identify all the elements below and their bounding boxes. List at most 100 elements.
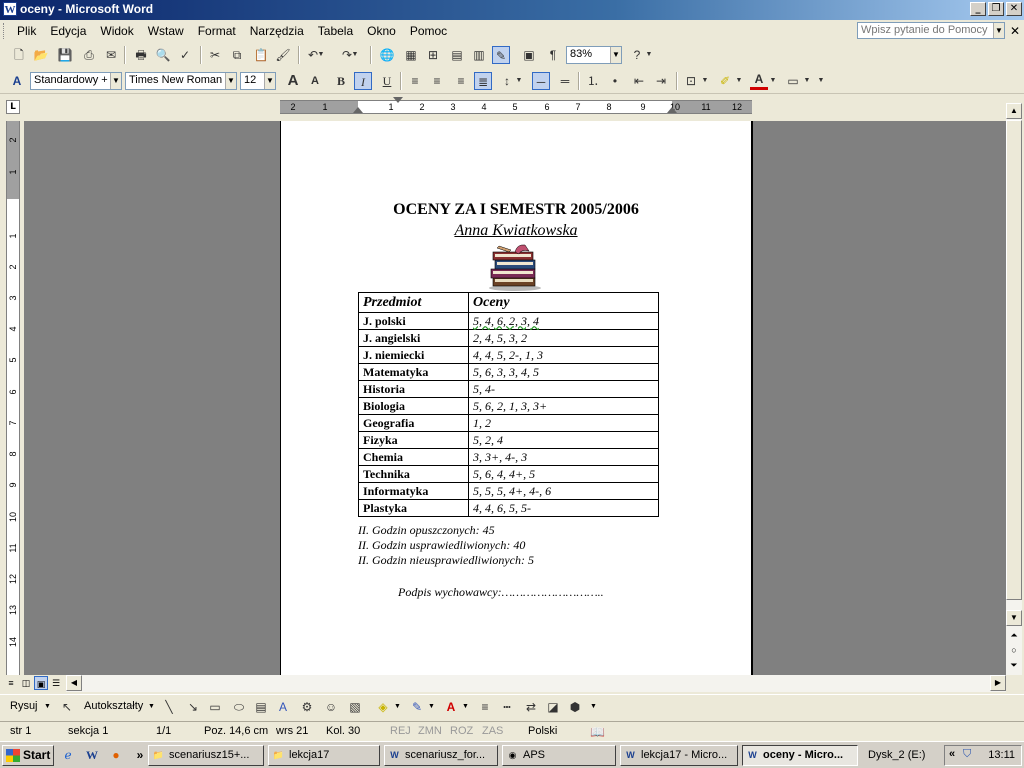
horizontal-scrollbar[interactable]: ◀ ▶ bbox=[66, 675, 1006, 692]
books-clipart-image[interactable] bbox=[485, 242, 545, 292]
drawing-options-icon[interactable]: ▼ bbox=[590, 703, 597, 710]
increase-indent-icon[interactable]: ⇥ bbox=[652, 72, 670, 90]
subject-cell[interactable]: Informatyka bbox=[358, 482, 469, 500]
toolbar-options-icon[interactable]: ▼ bbox=[644, 46, 654, 64]
font-color-icon[interactable]: A bbox=[750, 72, 768, 90]
web-layout-icon[interactable]: ◫ bbox=[19, 676, 33, 690]
bold-icon[interactable]: B bbox=[332, 72, 350, 90]
print-preview-icon[interactable]: 🔍 bbox=[154, 46, 172, 64]
grades-table[interactable]: Przedmiot Oceny J. polski 5, 4, 6, 2, 3, … bbox=[358, 292, 659, 517]
grades-cell[interactable]: 5, 2, 4 bbox=[468, 431, 659, 449]
bullets-icon[interactable]: • bbox=[606, 72, 624, 90]
dash-style-icon[interactable]: ┅ bbox=[498, 698, 516, 716]
spelling-status-icon[interactable]: 📖 bbox=[590, 725, 605, 739]
help-dropdown-arrow-icon[interactable]: ▼ bbox=[993, 23, 1004, 38]
draw-menu-button[interactable]: Rysuj bbox=[10, 700, 38, 712]
scroll-up-icon[interactable]: ▲ bbox=[1006, 103, 1022, 119]
tray-expand-icon[interactable]: « bbox=[949, 748, 955, 760]
style-dropdown-icon[interactable]: ▼ bbox=[110, 73, 121, 89]
line-color-icon[interactable]: ✎ bbox=[408, 698, 426, 716]
menu-widok[interactable]: Widok bbox=[93, 24, 140, 38]
spelling-icon[interactable]: ✓ bbox=[176, 46, 194, 64]
minimize-button[interactable]: _ bbox=[970, 2, 986, 16]
font-size-dropdown-icon[interactable]: ▼ bbox=[264, 73, 275, 89]
task-aps[interactable]: ◉ APS bbox=[502, 745, 616, 766]
italic-icon[interactable]: I bbox=[354, 72, 372, 90]
line-tool-icon[interactable]: ╲ bbox=[160, 698, 178, 716]
scroll-thumb[interactable] bbox=[1006, 120, 1022, 600]
subject-cell[interactable]: Technika bbox=[358, 465, 469, 483]
start-button[interactable]: Start bbox=[2, 745, 54, 766]
grades-cell[interactable]: 4, 4, 6, 5, 5- bbox=[468, 499, 659, 517]
textbox-tool-icon[interactable]: ▤ bbox=[252, 698, 270, 716]
grades-cell[interactable]: 5, 4- bbox=[468, 380, 659, 398]
clock[interactable]: 13:11 bbox=[988, 749, 1015, 761]
zoom-dropdown-icon[interactable]: ▼ bbox=[610, 47, 621, 63]
help-search-input[interactable]: Wpisz pytanie do Pomocy ▼ bbox=[857, 22, 1005, 39]
rectangle-tool-icon[interactable]: ▭ bbox=[206, 698, 224, 716]
font-size-select[interactable]: 12 ▼ bbox=[240, 72, 276, 90]
menu-wstaw[interactable]: Wstaw bbox=[141, 24, 191, 38]
grades-cell[interactable]: 5, 6, 4, 4+, 5 bbox=[468, 465, 659, 483]
menu-pomoc[interactable]: Pomoc bbox=[403, 24, 454, 38]
previous-page-icon[interactable]: ⏶ bbox=[1006, 630, 1022, 641]
show-formatting-icon[interactable]: ¶ bbox=[544, 46, 562, 64]
word-app-icon[interactable]: W bbox=[3, 2, 17, 16]
underline-icon[interactable]: U bbox=[378, 72, 396, 90]
grades-cell[interactable]: 2, 4, 5, 3, 2 bbox=[468, 329, 659, 347]
borders-icon[interactable]: ⊡ bbox=[682, 72, 700, 90]
status-ovr[interactable]: ZAS bbox=[482, 725, 503, 737]
shrink-font-icon[interactable]: A bbox=[306, 72, 324, 90]
subject-cell[interactable]: J. niemiecki bbox=[358, 346, 469, 364]
font-color-draw-dropdown-icon[interactable]: ▼ bbox=[462, 703, 469, 710]
highlight-icon[interactable]: ✐ bbox=[716, 72, 734, 90]
fill-color-icon[interactable]: ◈ bbox=[374, 698, 392, 716]
normal-view-icon[interactable]: ≡ bbox=[4, 676, 18, 690]
3d-style-icon[interactable]: ⬢ bbox=[566, 698, 584, 716]
close-button[interactable]: ✕ bbox=[1006, 2, 1022, 16]
vertical-scrollbar[interactable]: ▲ ▼ ⏶ ○ ⏷ bbox=[1006, 103, 1022, 675]
scroll-left-icon[interactable]: ◀ bbox=[66, 675, 82, 691]
font-color-dropdown-icon[interactable]: ▼ bbox=[768, 72, 778, 90]
reveal-formatting-dropdown-icon[interactable]: ▼ bbox=[802, 72, 812, 90]
autoshapes-dropdown-icon[interactable]: ▼ bbox=[148, 703, 155, 710]
decrease-indent-icon[interactable]: ⇤ bbox=[630, 72, 648, 90]
security-shield-icon[interactable]: ⛉ bbox=[963, 748, 971, 761]
document-map-icon[interactable]: ▣ bbox=[520, 46, 538, 64]
horizontal-ruler[interactable]: 2 1 1 2 3 4 5 6 7 8 9 10 11 12 bbox=[280, 97, 752, 114]
clipart-icon[interactable]: ☺ bbox=[322, 698, 340, 716]
borders-dropdown-icon[interactable]: ▼ bbox=[700, 72, 710, 90]
shadow-style-icon[interactable]: ◪ bbox=[544, 698, 562, 716]
zoom-select[interactable]: 83% ▼ bbox=[566, 46, 622, 64]
select-browse-object-icon[interactable]: ○ bbox=[1006, 645, 1022, 655]
line-spacing-dropdown-icon[interactable]: ▼ bbox=[514, 72, 524, 90]
redo-dropdown-icon[interactable]: ▼ bbox=[350, 46, 360, 64]
wordart-icon[interactable]: A bbox=[274, 698, 292, 716]
drive-toolbar-label[interactable]: Dysk_2 (E:) bbox=[868, 749, 925, 761]
insert-table-icon[interactable]: ⊞ bbox=[424, 46, 442, 64]
subject-cell[interactable]: Geografia bbox=[358, 414, 469, 432]
grades-cell[interactable]: 4, 4, 5, 2-, 1, 3 bbox=[468, 346, 659, 364]
grades-cell[interactable]: 5, 5, 5, 4+, 4-, 6 bbox=[468, 482, 659, 500]
print-icon[interactable]: 🖶 bbox=[132, 46, 150, 64]
task-scenariusz-for[interactable]: W scenariusz_for... bbox=[384, 745, 498, 766]
menu-okno[interactable]: Okno bbox=[360, 24, 403, 38]
justify-icon[interactable]: ≣ bbox=[474, 72, 492, 90]
arrow-tool-icon[interactable]: ↘ bbox=[184, 698, 202, 716]
status-trk[interactable]: ZMN bbox=[418, 725, 442, 737]
highlight-dropdown-icon[interactable]: ▼ bbox=[734, 72, 744, 90]
drawing-toggle-icon[interactable]: ✎ bbox=[492, 46, 510, 64]
grades-cell[interactable]: 5, 6, 2, 1, 3, 3+ bbox=[468, 397, 659, 415]
fill-color-dropdown-icon[interactable]: ▼ bbox=[394, 703, 401, 710]
format-painter-icon[interactable]: 🖌 bbox=[274, 46, 292, 64]
subject-cell[interactable]: J. angielski bbox=[358, 329, 469, 347]
task-scenariusz15[interactable]: 📁 scenariusz15+... bbox=[148, 745, 264, 766]
scroll-right-icon[interactable]: ▶ bbox=[990, 675, 1006, 691]
word-quicklaunch-icon[interactable]: W bbox=[84, 747, 100, 763]
cut-icon[interactable]: ✂ bbox=[206, 46, 224, 64]
vertical-ruler[interactable]: 2 1 1 2 3 4 5 6 7 8 9 10 11 12 13 14 bbox=[6, 121, 20, 676]
font-select[interactable]: Times New Roman ▼ bbox=[125, 72, 237, 90]
font-dropdown-icon[interactable]: ▼ bbox=[225, 73, 236, 89]
permission-icon[interactable]: ⎙ bbox=[80, 46, 98, 64]
columns-icon[interactable]: ▥ bbox=[470, 46, 488, 64]
